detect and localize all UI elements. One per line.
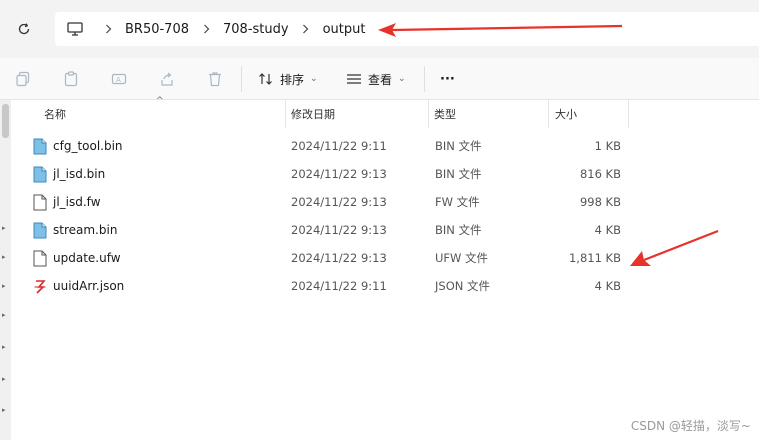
share-icon (161, 72, 173, 86)
pin-icon: ▸ (2, 375, 6, 383)
bin-file-icon (33, 222, 47, 238)
toolbar-divider (241, 66, 242, 92)
paste-button[interactable] (60, 68, 82, 90)
pin-icon: ▸ (2, 282, 6, 290)
file-type: UFW 文件 (435, 251, 489, 265)
file-name: stream.bin (53, 223, 118, 237)
column-header-name[interactable]: 名称 (44, 100, 66, 128)
view-label: 查看 (368, 72, 393, 87)
json-file-icon (34, 279, 46, 294)
address-bar[interactable]: BR50-708 708-study output (55, 12, 759, 46)
view-button[interactable]: 查看 ⌄ (346, 67, 406, 91)
file-row[interactable]: stream.bin 2024/11/22 9:13 BIN 文件 4 KB (11, 216, 631, 244)
sort-label: 排序 (280, 72, 305, 87)
delete-button[interactable] (204, 68, 226, 90)
file-size: 1,811 KB (568, 251, 621, 265)
file-type: BIN 文件 (435, 223, 482, 237)
copy-icon (16, 71, 30, 87)
file-row[interactable]: uuidArr.json 2024/11/22 9:11 JSON 文件 4 K… (11, 272, 631, 300)
chevron-down-icon: ⌄ (398, 74, 406, 84)
file-size: 816 KB (579, 167, 621, 181)
column-header-date[interactable]: 修改日期 (291, 100, 335, 128)
sort-ascending-icon: ^ (156, 96, 164, 106)
bin-file-icon (33, 166, 47, 182)
rename-icon: A (111, 73, 127, 85)
file-type: FW 文件 (435, 195, 480, 209)
command-bar: A 排序 ⌄ 查看 ⌄ ··· (0, 58, 759, 100)
more-options-button[interactable]: ··· (440, 67, 455, 91)
file-date: 2024/11/22 9:13 (291, 195, 387, 209)
file-row[interactable]: jl_isd.fw 2024/11/22 9:13 FW 文件 998 KB (11, 188, 631, 216)
column-divider[interactable] (548, 100, 549, 128)
svg-text:A: A (116, 76, 121, 84)
view-list-icon (347, 74, 361, 84)
file-size: 998 KB (579, 195, 621, 209)
file-name: uuidArr.json (53, 279, 125, 293)
crumb-chevron-icon[interactable] (293, 12, 319, 46)
pin-icon: ▸ (2, 253, 6, 261)
crumb-br50-708[interactable]: BR50-708 (121, 22, 193, 37)
nav-pane-edge (0, 100, 11, 440)
crumb-708-study[interactable]: 708-study (219, 22, 293, 37)
file-name: jl_isd.fw (53, 195, 101, 209)
file-name: jl_isd.bin (53, 167, 106, 181)
file-size: 1 KB (594, 139, 621, 153)
generic-file-icon (33, 250, 47, 266)
column-header-type[interactable]: 类型 (434, 100, 456, 128)
share-button[interactable] (156, 68, 178, 90)
sort-button[interactable]: 排序 ⌄ (258, 67, 318, 91)
copy-button[interactable] (12, 68, 34, 90)
pin-icon: ▸ (2, 343, 6, 351)
file-type: JSON 文件 (435, 279, 491, 293)
sort-icon (259, 73, 272, 85)
crumb-chevron-icon[interactable] (193, 12, 219, 46)
toolbar-divider (424, 66, 425, 92)
pin-icon: ▸ (2, 224, 6, 232)
more-icon: ··· (440, 71, 455, 87)
file-date: 2024/11/22 9:13 (291, 167, 387, 181)
column-divider[interactable] (285, 100, 286, 128)
refresh-button[interactable] (12, 17, 36, 41)
file-name: cfg_tool.bin (53, 139, 123, 153)
file-date: 2024/11/22 9:13 (291, 223, 387, 237)
chevron-down-icon: ⌄ (310, 74, 318, 84)
monitor-icon (67, 22, 83, 36)
file-row[interactable]: update.ufw 2024/11/22 9:13 UFW 文件 1,811 … (11, 244, 631, 272)
file-size: 4 KB (594, 279, 621, 293)
file-name: update.ufw (53, 251, 121, 265)
pin-icon: ▸ (2, 406, 6, 414)
crumb-output[interactable]: output (319, 22, 370, 37)
rename-button[interactable]: A (108, 68, 130, 90)
column-divider[interactable] (628, 100, 629, 128)
file-type: BIN 文件 (435, 139, 482, 153)
file-row[interactable]: cfg_tool.bin 2024/11/22 9:11 BIN 文件 1 KB (11, 132, 631, 160)
column-header-size[interactable]: 大小 (555, 100, 577, 128)
annotation-arrow (630, 229, 719, 266)
file-date: 2024/11/22 9:13 (291, 251, 387, 265)
watermark: CSDN @轻描，淡写~ (630, 419, 751, 433)
file-row[interactable]: jl_isd.bin 2024/11/22 9:13 BIN 文件 816 KB (11, 160, 631, 188)
paste-icon (64, 71, 78, 87)
generic-file-icon (33, 194, 47, 210)
refresh-icon (18, 23, 30, 35)
bin-file-icon (33, 138, 47, 154)
this-pc-crumb[interactable] (55, 12, 95, 46)
column-divider[interactable] (428, 100, 429, 128)
address-row: BR50-708 708-study output (0, 0, 759, 58)
file-date: 2024/11/22 9:11 (291, 279, 387, 293)
file-date: 2024/11/22 9:11 (291, 139, 387, 153)
pin-icon: ▸ (2, 311, 6, 319)
trash-icon (209, 72, 221, 87)
crumb-chevron-icon[interactable] (95, 12, 121, 46)
file-type: BIN 文件 (435, 167, 482, 181)
file-size: 4 KB (594, 223, 621, 237)
scrollbar-thumb[interactable] (2, 104, 9, 138)
